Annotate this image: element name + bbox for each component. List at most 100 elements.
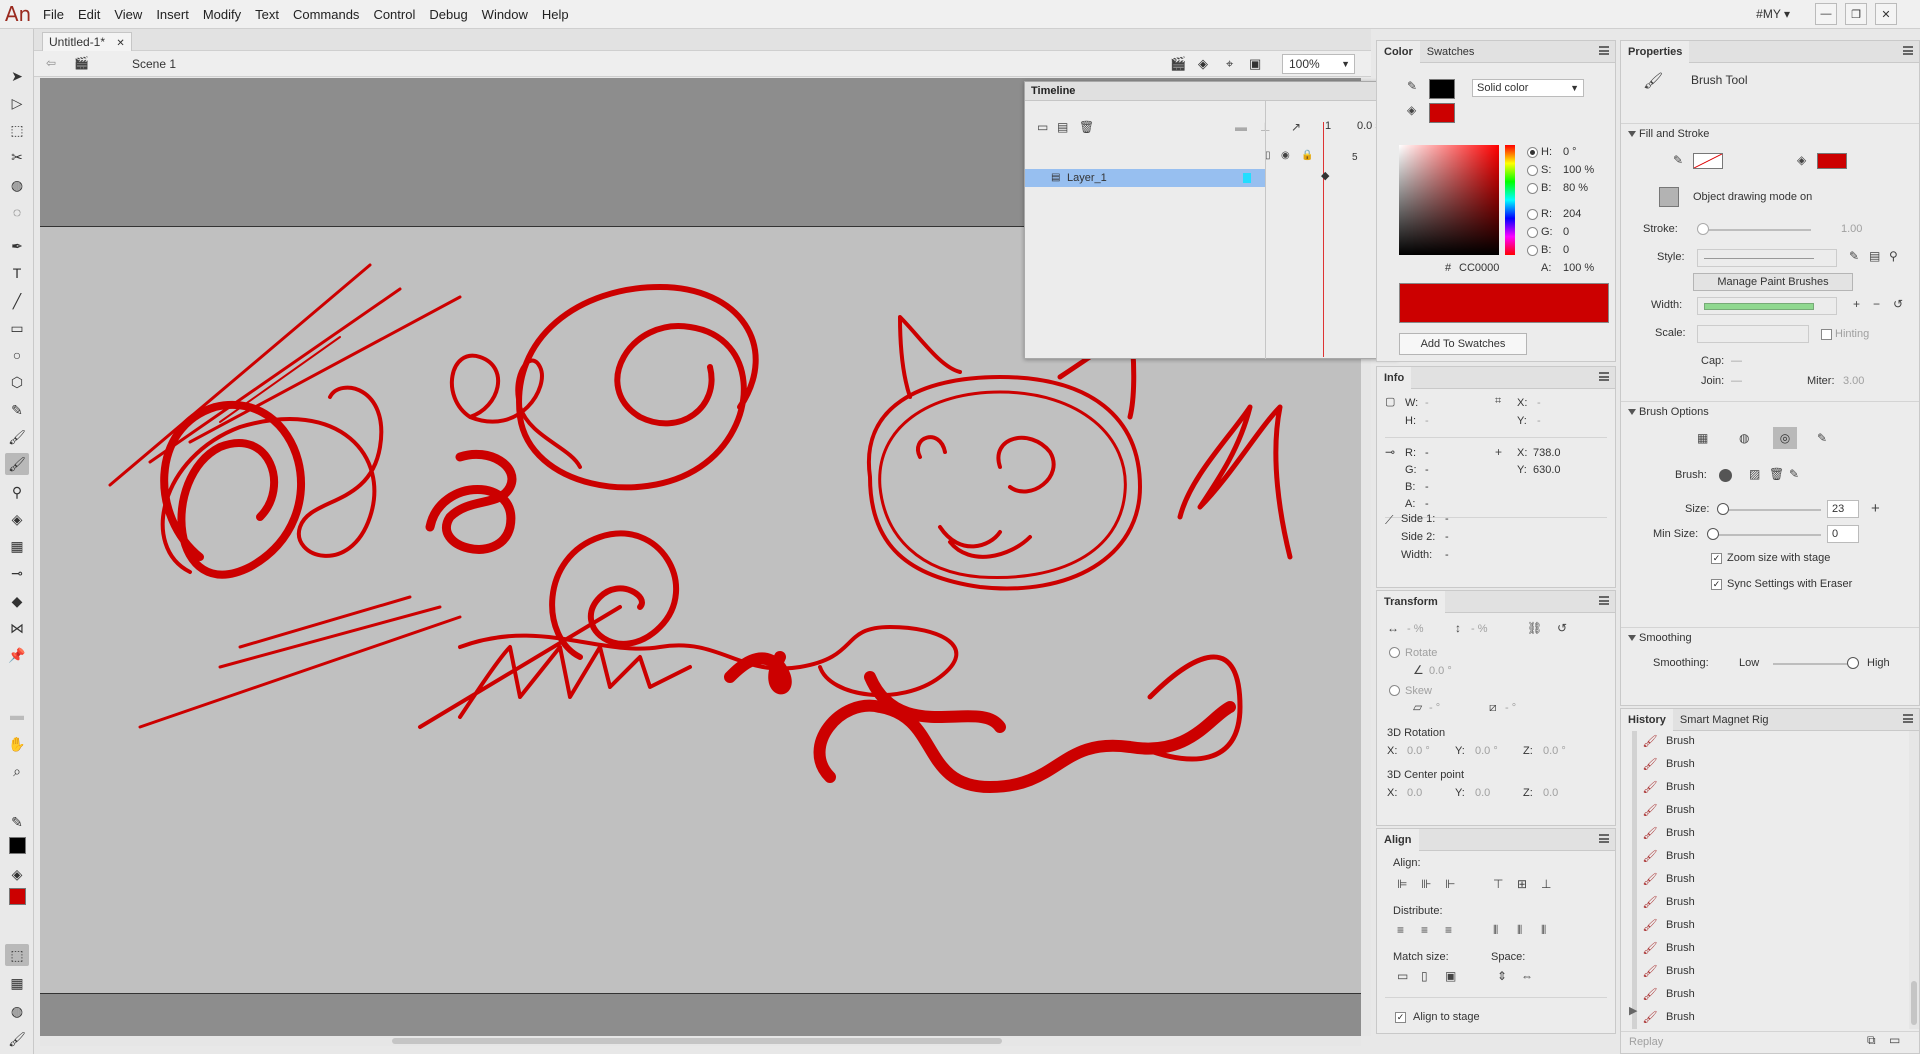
horizontal-scrollbar[interactable] xyxy=(40,1036,1361,1046)
min-size-slider[interactable] xyxy=(1711,534,1821,536)
space-vertical-icon[interactable]: ⇕ xyxy=(1497,969,1507,983)
history-item[interactable]: 🖌 Brush xyxy=(1641,1006,1694,1029)
tab-swatches[interactable]: Swatches xyxy=(1420,41,1482,63)
plus-icon[interactable]: + xyxy=(1871,500,1880,517)
smoothing-section[interactable]: Smoothing xyxy=(1621,627,1919,647)
stroke-color-swatch[interactable] xyxy=(1429,79,1455,99)
brush-mode-icon[interactable]: ▦ xyxy=(1697,431,1708,445)
alpha-value[interactable]: 100 % xyxy=(1563,262,1594,274)
width-profile-icon[interactable]: ⚲ xyxy=(1889,249,1898,263)
bone-lasso-tool-icon[interactable]: ✂ xyxy=(5,146,29,168)
camera-tool-icon[interactable]: ▬ xyxy=(5,704,29,726)
history-slider-track[interactable] xyxy=(1632,731,1637,1029)
brush-delete-icon[interactable]: 🗑 xyxy=(1769,467,1784,481)
bone-tool-icon[interactable]: ⚲ xyxy=(5,481,29,503)
zoom-tool-icon[interactable]: ⌕ xyxy=(5,760,29,782)
menu-edit[interactable]: Edit xyxy=(71,0,107,29)
ink-bottle-tool-icon[interactable]: ▦ xyxy=(5,535,29,557)
smoothing-slider[interactable] xyxy=(1773,663,1853,665)
panel-menu-icon[interactable] xyxy=(1903,46,1913,55)
r-value[interactable]: 204 xyxy=(1563,208,1581,220)
reset-width-icon[interactable]: ↺ xyxy=(1893,297,1903,311)
history-scrollbar[interactable] xyxy=(1909,731,1919,1029)
b2-value[interactable]: 0 xyxy=(1563,244,1569,256)
fill-color-swatch[interactable] xyxy=(9,888,26,905)
h-value[interactable]: 0 ° xyxy=(1563,146,1577,158)
eyedropper-tool-icon[interactable]: ⊸ xyxy=(5,562,29,584)
join-value[interactable]: — xyxy=(1731,375,1742,387)
horizontal-scroll-thumb[interactable] xyxy=(392,1038,1002,1044)
panel-menu-icon[interactable] xyxy=(1599,372,1609,381)
hex-value[interactable]: CC0000 xyxy=(1459,262,1499,274)
pencil-tool-icon[interactable]: ✎ xyxy=(5,399,29,421)
close-icon[interactable]: ✕ xyxy=(116,38,124,49)
text-tool-icon[interactable]: T xyxy=(5,262,29,284)
align-right-icon[interactable]: ⊩ xyxy=(1445,877,1455,891)
close-window-button[interactable]: ✕ xyxy=(1875,3,1897,25)
menu-modify[interactable]: Modify xyxy=(196,0,248,29)
graph-icon[interactable]: ↗ xyxy=(1291,120,1301,134)
style-select[interactable] xyxy=(1697,249,1837,267)
size-input[interactable]: 23 xyxy=(1827,500,1859,518)
center-y-value[interactable]: 0.0 xyxy=(1475,787,1490,799)
radio-s[interactable] xyxy=(1527,165,1538,176)
panel-menu-icon[interactable] xyxy=(1599,834,1609,843)
new-layer-icon[interactable]: ▭ xyxy=(1037,120,1048,134)
center-z-value[interactable]: 0.0 xyxy=(1543,787,1558,799)
manage-paint-brushes-button[interactable]: Manage Paint Brushes xyxy=(1693,273,1853,291)
stroke-color-swatch[interactable] xyxy=(9,837,26,854)
workspace-switcher[interactable]: #MY ▾ xyxy=(1756,0,1790,29)
eraser-tool-icon[interactable]: ◆ xyxy=(5,590,29,612)
history-item[interactable]: 🖌 Brush xyxy=(1641,730,1694,753)
history-item[interactable]: 🖌 Brush xyxy=(1641,845,1694,868)
radio-b[interactable] xyxy=(1527,183,1538,194)
paint-brush-tool-icon[interactable]: 🖌 xyxy=(5,426,29,448)
stroke-slider-knob[interactable] xyxy=(1697,223,1709,235)
rectangle-tool-icon[interactable]: ▭ xyxy=(5,317,29,339)
zoom-size-checkbox[interactable]: ✓ xyxy=(1711,553,1722,564)
rotate-value[interactable]: 0.0 ° xyxy=(1429,665,1452,677)
link-icon[interactable]: ⛓ xyxy=(1527,621,1542,635)
stroke-value[interactable]: 1.00 xyxy=(1841,223,1862,235)
match-both-icon[interactable]: ▣ xyxy=(1445,969,1456,983)
menu-insert[interactable]: Insert xyxy=(149,0,196,29)
polystar-tool-icon[interactable]: ⬡ xyxy=(5,371,29,393)
history-item[interactable]: 🖌 Brush xyxy=(1641,753,1694,776)
radio-b2[interactable] xyxy=(1527,245,1538,256)
lock-fill-icon[interactable]: ◍ xyxy=(1739,431,1749,445)
selection-tool-icon[interactable]: ➤ xyxy=(5,65,29,87)
brush-edit-icon[interactable]: ✎ xyxy=(1789,467,1799,481)
rot-y-value[interactable]: 0.0 ° xyxy=(1475,745,1498,757)
fill-stroke-section[interactable]: Fill and Stroke xyxy=(1621,123,1919,143)
sync-eraser-checkbox[interactable]: ✓ xyxy=(1711,579,1722,590)
camera-icon[interactable]: ▬ xyxy=(1235,120,1247,134)
tab-color[interactable]: Color xyxy=(1377,40,1420,63)
history-item[interactable]: 🖌 Brush xyxy=(1641,799,1694,822)
color-type-select[interactable]: Solid color ▼ xyxy=(1472,79,1584,97)
paint-bucket-tool-icon[interactable]: ◈ xyxy=(5,508,29,530)
history-item[interactable]: 🖌 Brush xyxy=(1641,983,1694,1006)
s-value[interactable]: 100 % xyxy=(1563,164,1594,176)
radio-r[interactable] xyxy=(1527,209,1538,220)
add-width-icon[interactable]: + xyxy=(1853,297,1860,311)
cap-value[interactable]: — xyxy=(1731,355,1742,367)
width-select[interactable] xyxy=(1697,297,1837,315)
replay-button[interactable]: Replay xyxy=(1629,1036,1663,1048)
tab-smart-magnet-rig[interactable]: Smart Magnet Rig xyxy=(1673,709,1776,731)
radio-h[interactable] xyxy=(1527,147,1538,158)
history-item[interactable]: 🖌 Brush xyxy=(1641,822,1694,845)
tab-properties[interactable]: Properties xyxy=(1621,40,1690,63)
brush-options-section[interactable]: Brush Options xyxy=(1621,401,1919,421)
pressure-icon[interactable]: 🖌 xyxy=(5,1028,29,1050)
tab-align[interactable]: Align xyxy=(1377,828,1419,851)
menu-help[interactable]: Help xyxy=(535,0,576,29)
subselection-tool-icon[interactable]: ▷ xyxy=(5,92,29,114)
smoothing-icon[interactable]: ◍ xyxy=(5,1000,29,1022)
pen-tool-icon[interactable]: ✒ xyxy=(5,235,29,257)
history-scroll-thumb[interactable] xyxy=(1911,981,1917,1025)
panel-menu-icon[interactable] xyxy=(1599,46,1609,55)
layer-row[interactable]: ▤ Layer_1 xyxy=(1025,169,1265,187)
menu-commands[interactable]: Commands xyxy=(286,0,366,29)
brush-library-icon[interactable]: ▤ xyxy=(1869,249,1880,263)
clip-stage-icon[interactable]: ▣ xyxy=(1249,56,1261,72)
